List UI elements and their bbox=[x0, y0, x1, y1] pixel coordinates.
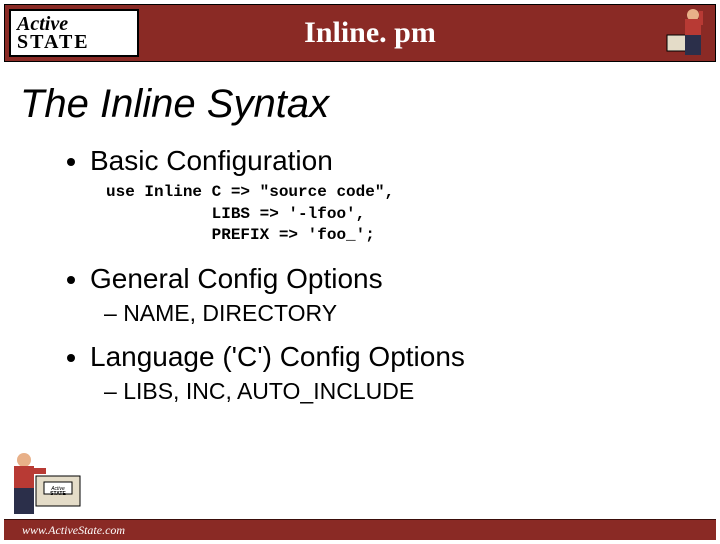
header-bar: Active STATE Inline. pm bbox=[4, 4, 716, 62]
sub-list: NAME, DIRECTORY bbox=[104, 298, 700, 329]
header-title: Inline. pm bbox=[139, 16, 661, 50]
bullet-list: Basic Configuration use Inline C => "sou… bbox=[90, 143, 700, 407]
bullet-language-config: Language ('C') Config Options LIBS, INC,… bbox=[90, 339, 700, 407]
bullet-text: Basic Configuration bbox=[90, 145, 333, 176]
logo-text-top: Active bbox=[17, 15, 137, 33]
sub-list: LIBS, INC, AUTO_INCLUDE bbox=[104, 376, 700, 407]
sub-bullet: LIBS, INC, AUTO_INCLUDE bbox=[104, 376, 700, 407]
slide-title: The Inline Syntax bbox=[20, 82, 700, 127]
mascot-icon bbox=[661, 5, 713, 61]
activestate-logo: Active STATE bbox=[9, 9, 139, 57]
slide-content: The Inline Syntax Basic Configuration us… bbox=[0, 62, 720, 407]
footer-url: www.ActiveState.com bbox=[22, 523, 125, 538]
bullet-basic-config: Basic Configuration use Inline C => "sou… bbox=[90, 143, 700, 247]
bullet-text: Language ('C') Config Options bbox=[90, 341, 465, 372]
bullet-text: General Config Options bbox=[90, 263, 383, 294]
svg-text:STATE: STATE bbox=[50, 491, 66, 497]
bullet-general-config: General Config Options NAME, DIRECTORY bbox=[90, 261, 700, 329]
sub-bullet: NAME, DIRECTORY bbox=[104, 298, 700, 329]
code-block: use Inline C => "source code", LIBS => '… bbox=[106, 182, 700, 247]
footer-bar: www.ActiveState.com bbox=[4, 519, 716, 540]
logo-text-bottom: STATE bbox=[17, 33, 137, 52]
footer-mascot-icon: Active STATE bbox=[6, 446, 84, 524]
